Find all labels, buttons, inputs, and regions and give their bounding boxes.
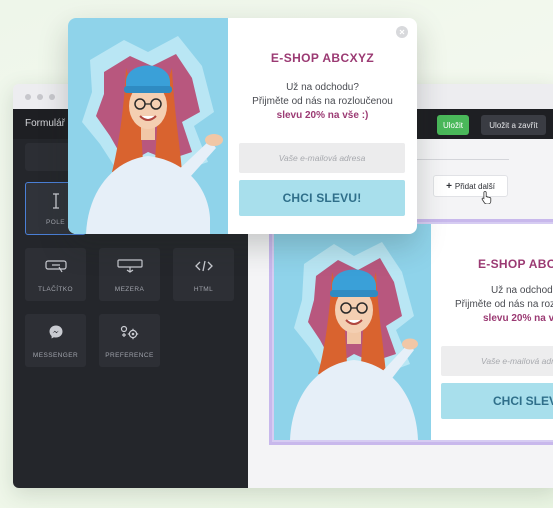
button-icon — [25, 257, 86, 275]
form-preview[interactable]: E-SHOP ABCXYZ Už na odchodu? Přijměte od… — [269, 219, 553, 445]
popup-text-line: Už na odchodu? — [286, 82, 359, 93]
save-and-close-button[interactable]: Uložit a zavřít — [481, 115, 546, 135]
exit-intent-popup: E-SHOP ABCXYZ Už na odchodu? Přijměte od… — [68, 18, 417, 234]
element-tile-preferences[interactable]: PREFERENCE — [99, 314, 160, 367]
element-tile-label: PREFERENCE — [105, 352, 154, 359]
preview-photo — [274, 224, 431, 440]
element-tile-messenger[interactable]: MESSENGER — [25, 314, 86, 367]
popup-photo — [68, 18, 228, 234]
form-title: Formulář č — [25, 118, 73, 129]
element-tile-label: MEZERA — [114, 286, 145, 293]
code-icon — [173, 257, 234, 275]
spacer-icon — [99, 257, 160, 275]
save-button[interactable]: Uložit — [437, 115, 469, 135]
window-dot-icon[interactable] — [49, 94, 55, 100]
preview-email-field[interactable]: Vaše e-mailová adresa — [441, 346, 553, 376]
messenger-icon — [25, 323, 86, 341]
get-discount-button[interactable]: CHCI SLEVU! — [239, 180, 405, 216]
element-tile-button[interactable]: TLAČÍTKO — [25, 248, 86, 301]
element-tile-html[interactable]: HTML — [173, 248, 234, 301]
element-tile-label: MESSENGER — [32, 352, 79, 359]
element-tile-spacer[interactable]: MEZERA — [99, 248, 160, 301]
preview-title: E-SHOP ABCXYZ — [478, 257, 553, 271]
element-tile-label: HTML — [193, 286, 214, 293]
popup-text-line: Přijměte od nás na rozloučenou — [252, 96, 393, 107]
close-icon[interactable] — [396, 26, 408, 38]
preview-content: E-SHOP ABCXYZ Už na odchodu? Přijměte od… — [431, 224, 553, 440]
preview-discount-text: slevu 20% na vše :) — [483, 313, 553, 324]
window-dot-icon[interactable] — [37, 94, 43, 100]
preview-cta-button[interactable]: CHCI SLEVU! — [441, 383, 553, 419]
canvas-divider — [413, 159, 509, 160]
add-more-button[interactable]: + Přidat další — [433, 175, 508, 197]
element-tile-label: TLAČÍTKO — [38, 286, 73, 293]
popup-discount-text: slevu 20% na vše :) — [276, 110, 369, 121]
preview-text-line: Přijměte od nás na rozloučenou — [455, 299, 553, 310]
hand-cursor-icon — [481, 191, 492, 204]
plus-icon: + — [446, 180, 452, 192]
preferences-icon — [99, 323, 160, 341]
email-field[interactable]: Vaše e-mailová adresa — [239, 143, 405, 173]
popup-title: E-SHOP ABCXYZ — [270, 51, 375, 65]
window-dot-icon[interactable] — [25, 94, 31, 100]
preview-text-line: Už na odchodu? — [491, 285, 553, 296]
